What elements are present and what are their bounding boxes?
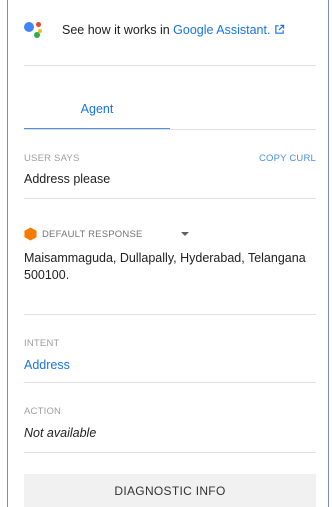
- divider: [24, 382, 316, 383]
- default-response-label: DEFAULT RESPONSE: [42, 228, 143, 240]
- user-says-label: USER SAYS: [24, 153, 80, 164]
- google-assistant-icon: [24, 19, 48, 41]
- tab-agent[interactable]: Agent: [24, 87, 170, 131]
- divider: [24, 129, 316, 130]
- divider: [24, 65, 316, 66]
- intent-link[interactable]: Address: [24, 358, 70, 372]
- copy-curl-button[interactable]: COPY CURL: [259, 153, 316, 164]
- response-hexagon-icon: [24, 227, 37, 241]
- google-assistant-link[interactable]: Google Assistant.: [173, 23, 270, 37]
- divider: [24, 314, 316, 315]
- intent-label: INTENT: [24, 338, 60, 349]
- chevron-down-icon[interactable]: [180, 232, 189, 236]
- google-assistant-row: See how it works in Google Assistant.: [24, 18, 316, 42]
- default-response-header[interactable]: DEFAULT RESPONSE: [24, 226, 189, 242]
- assistant-text: See how it works in Google Assistant.: [62, 23, 285, 37]
- action-value: Not available: [24, 426, 97, 440]
- default-response-text: Maisammaguda, Dullapally, Hyderabad, Tel…: [24, 251, 306, 282]
- diagnostic-info-button[interactable]: DIAGNOSTIC INFO: [24, 474, 316, 507]
- divider: [24, 198, 316, 199]
- test-console-panel: See how it works in Google Assistant. Ag…: [24, 0, 316, 507]
- action-label: ACTION: [24, 406, 62, 417]
- external-link-icon[interactable]: [274, 24, 285, 35]
- left-panel-border: [7, 0, 8, 507]
- divider: [24, 452, 316, 453]
- assistant-prefix: See how it works in: [62, 23, 174, 37]
- right-panel-border: [328, 0, 329, 507]
- user-says-value: Address please: [24, 172, 111, 186]
